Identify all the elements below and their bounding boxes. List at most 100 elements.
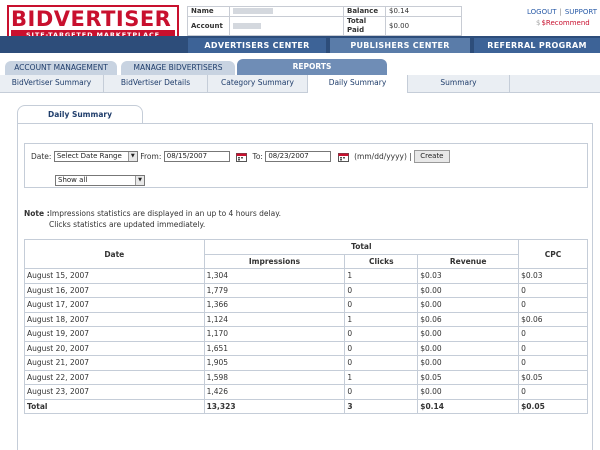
total-clicks: 3 [344,398,419,414]
nav-advertisers-center[interactable]: ADVERTISERS CENTER [188,38,326,53]
table-row: August 17, 2007 1,366 0 $0.00 0 [24,297,588,313]
header-impressions: Impressions [203,253,346,269]
name-label: Name [187,6,230,17]
cell-cpc: $0.05 [518,369,588,385]
cell-clicks: 0 [344,384,419,400]
name-value-redacted [229,6,344,17]
cell-date: August 19, 2007 [24,326,205,342]
recommend-label: $Recommend [541,19,590,27]
table-row: August 15, 2007 1,304 1 $0.03 $0.03 [24,268,588,284]
sub-nav: ACCOUNT MANAGEMENT MANAGE BIDVERTISERS R… [0,53,600,75]
cell-date: August 18, 2007 [24,311,205,327]
header-clicks: Clicks [344,253,419,269]
report-tabs: BidVertiser Summary BidVertiser Details … [0,75,600,93]
show-select[interactable]: Show all ▼ [55,174,145,186]
cell-date: August 15, 2007 [24,268,205,284]
link-separator: | [559,8,562,16]
cell-date: August 20, 2007 [24,340,205,356]
cell-impressions: 1,124 [203,311,346,327]
top-links: LOGOUT | SUPPORT [527,8,597,16]
logout-link[interactable]: LOGOUT [527,8,557,16]
total-impressions: 13,323 [203,398,346,414]
account-info-table: Name Balance $0.14 Account Total Paid $0… [187,6,462,36]
logo-wordmark: BIDVERTISER [11,7,172,31]
tab-bidvertiser-summary[interactable]: BidVertiser Summary [0,75,104,92]
cell-clicks: 0 [344,282,419,298]
cell-cpc: 0 [518,340,588,356]
cell-impressions: 1,905 [203,355,346,371]
tab-summary[interactable]: Summary [408,75,510,92]
main-nav: ADVERTISERS CENTER PUBLISHERS CENTER REF… [0,36,600,53]
cell-revenue: $0.00 [417,355,520,371]
daily-summary-table: Date Total CPC Impressions Clicks Revenu… [24,239,588,414]
cell-cpc: 0 [518,355,588,371]
show-filter-row: Show all ▼ [55,174,145,186]
cell-revenue: $0.06 [417,311,520,327]
total-cpc: $0.05 [518,398,588,414]
header-revenue: Revenue [417,253,520,269]
tab-manage-bidvertisers[interactable]: MANAGE BIDVERTISERS [121,61,235,75]
cell-impressions: 1,304 [203,268,346,284]
chevron-down-icon: ▼ [127,152,137,161]
total-label: Total [24,398,205,414]
cell-impressions: 1,170 [203,326,346,342]
total-paid-label: Total Paid [343,16,386,36]
balance-value: $0.14 [385,6,462,17]
panel-border-left [17,123,18,450]
cell-cpc: $0.06 [518,311,588,327]
cell-revenue: $0.00 [417,282,520,298]
show-value: Show all [58,175,88,184]
tab-daily-summary[interactable]: Daily Summary [308,75,408,93]
panel-title: Daily Summary [17,105,143,123]
support-link[interactable]: SUPPORT [565,8,597,16]
nav-referral-program[interactable]: REFERRAL PROGRAM [474,38,600,53]
date-filter-row: Date: Select Date Range ▼ From: 08/15/20… [31,150,450,163]
cell-cpc: 0 [518,297,588,313]
tab-reports[interactable]: REPORTS [237,59,387,75]
date-range-value: Select Date Range [56,152,122,160]
tab-account-management[interactable]: ACCOUNT MANAGEMENT [5,61,117,75]
cell-impressions: 1,651 [203,340,346,356]
from-date-input[interactable]: 08/15/2007 [163,151,230,162]
cell-revenue: $0.00 [417,384,520,400]
calendar-icon[interactable] [236,152,248,162]
cell-revenue: $0.03 [417,268,520,284]
header-cpc: CPC [518,239,588,269]
table-row: August 20, 2007 1,651 0 $0.00 0 [24,340,588,356]
nav-publishers-center[interactable]: PUBLISHERS CENTER [330,38,470,53]
account-value-redacted [229,16,344,36]
header-total: Total [203,239,520,255]
note-text-1: Impressions statistics are displayed in … [49,209,281,218]
note-line-1: Note :Impressions statistics are display… [24,208,281,219]
total-row: Total 13,323 3 $0.14 $0.05 [24,398,588,414]
from-label: From: [140,152,162,161]
cell-date: August 23, 2007 [24,384,205,400]
cell-impressions: 1,426 [203,384,346,400]
cell-impressions: 1,779 [203,282,346,298]
cell-impressions: 1,366 [203,297,346,313]
create-button[interactable]: Create [414,150,450,163]
note-label: Note : [24,209,50,218]
note-text-2: Clicks statistics are updated immediatel… [49,220,206,229]
calendar-icon[interactable] [337,152,349,162]
tab-category-summary[interactable]: Category Summary [208,75,308,92]
cell-date: August 21, 2007 [24,355,205,371]
tab-bidvertiser-details[interactable]: BidVertiser Details [104,75,208,92]
account-label: Account [187,16,230,36]
cell-clicks: 1 [344,268,419,284]
panel-border-right [592,123,593,450]
report-content: Daily Summary Date: Select Date Range ▼ … [0,93,600,450]
date-range-select[interactable]: Select Date Range ▼ [53,151,138,162]
table-row: August 19, 2007 1,170 0 $0.00 0 [24,326,588,342]
recommend-link[interactable]: $$Recommend [536,19,590,27]
cell-cpc: 0 [518,282,588,298]
panel-divider [17,123,592,124]
total-revenue: $0.14 [417,398,520,414]
cell-cpc: 0 [518,384,588,400]
cell-clicks: 0 [344,297,419,313]
balance-label: Balance [343,6,386,17]
cell-date: August 17, 2007 [24,297,205,313]
cell-revenue: $0.05 [417,369,520,385]
to-date-input[interactable]: 08/23/2007 [265,151,332,162]
filter-panel: Date: Select Date Range ▼ From: 08/15/20… [24,143,588,188]
